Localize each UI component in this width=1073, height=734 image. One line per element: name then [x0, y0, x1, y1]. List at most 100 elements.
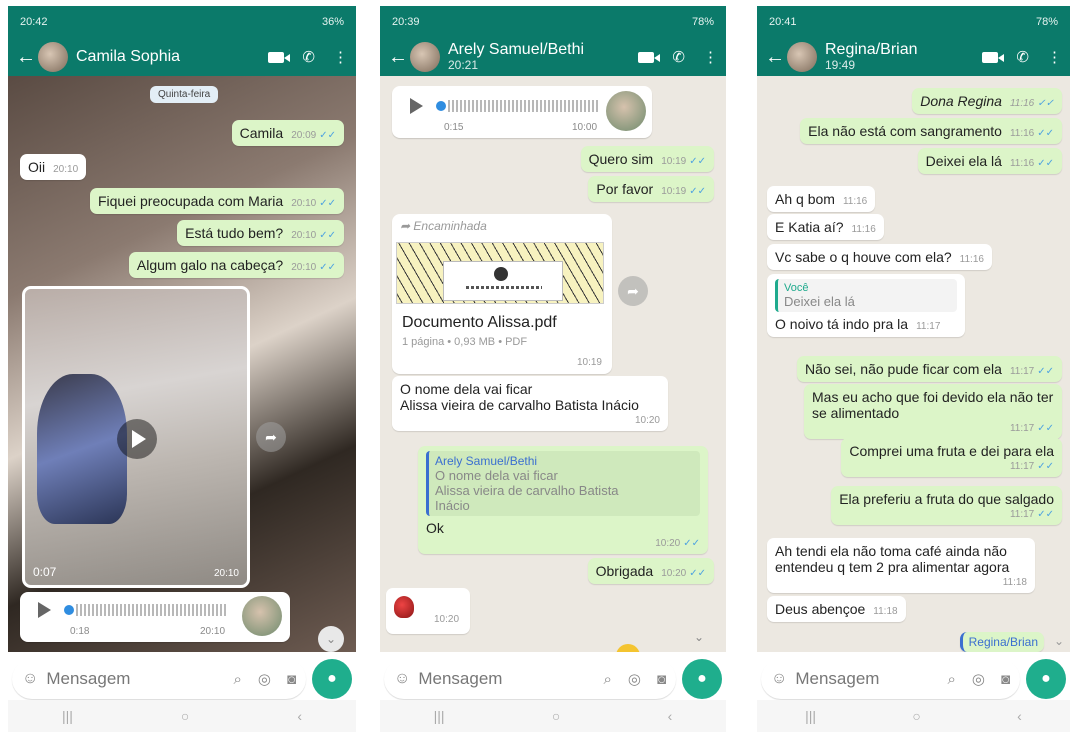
message-input[interactable]: [46, 669, 218, 689]
status-bar: 20:39 78%: [380, 6, 726, 38]
scroll-down-icon[interactable]: ⌄: [686, 624, 712, 650]
document-name: Documento Alissa.pdf: [402, 314, 557, 331]
audio-scrubber[interactable]: [436, 101, 446, 111]
contact-info[interactable]: Arely Samuel/Bethi 20:21: [448, 42, 584, 73]
message-bubble[interactable]: O nome dela vai ficar Alissa vieira de c…: [392, 376, 668, 431]
phone-call-icon[interactable]: ✆: [1016, 48, 1029, 66]
message-list[interactable]: 0:15 10:00 Quero sim 10:19 ✓✓ Por favor 10:…: [380, 76, 726, 652]
forward-icon[interactable]: ➦: [256, 422, 286, 452]
video-call-icon[interactable]: [982, 51, 1005, 63]
message-bubble[interactable]: Ah tendi ela não toma café ainda não ent…: [767, 538, 1035, 593]
chat-screen-arely: 20:39 78% ← Arely Samuel/Bethi 20:21 ✆ ⋮…: [380, 6, 726, 732]
more-options-icon[interactable]: ⋮: [703, 48, 718, 66]
recent-apps-icon[interactable]: |||: [805, 708, 816, 724]
emoji-icon[interactable]: ☺: [771, 670, 787, 688]
message-input[interactable]: [795, 669, 932, 689]
read-ticks-icon: ✓✓: [1037, 98, 1054, 109]
message-bubble[interactable]: Mas eu acho que foi devido ela não ter s…: [804, 384, 1062, 439]
message-bubble[interactable]: Vc sabe o q houve com ela? 11:16: [767, 244, 992, 270]
message-bubble[interactable]: E Katia aí? 11:16: [767, 214, 884, 240]
phone-call-icon[interactable]: ✆: [672, 48, 685, 66]
message-bubble[interactable]: Deus abençoe 11:18: [767, 596, 906, 622]
message-list[interactable]: Quinta-feira Camila 20:09 ✓✓ Oii 20:10 Fiqu…: [8, 76, 356, 652]
message-time: 11:16: [1009, 128, 1035, 139]
scroll-down-icon[interactable]: ⌄: [318, 626, 344, 652]
message-bubble[interactable]: Oii 20:10: [20, 154, 87, 180]
video-call-icon[interactable]: [268, 51, 291, 63]
message-bubble[interactable]: Não sei, não pude ficar com ela 11:17 ✓✓: [797, 356, 1062, 382]
avatar[interactable]: [38, 42, 68, 72]
avatar[interactable]: [410, 42, 440, 72]
back-nav-icon[interactable]: ‹: [1017, 708, 1022, 724]
message-bubble[interactable]: Ah q bom 11:16: [767, 186, 876, 212]
message-bubble[interactable]: Por favor 10:19 ✓✓: [588, 176, 714, 202]
video-message[interactable]: 0:07 20:10: [22, 286, 250, 588]
home-icon[interactable]: ○: [181, 708, 189, 724]
back-arrow-icon[interactable]: ←: [16, 46, 36, 69]
play-video-icon[interactable]: [117, 419, 157, 459]
payment-icon[interactable]: ◎: [258, 670, 271, 688]
attach-icon[interactable]: ⌕: [233, 671, 241, 688]
message-bubble[interactable]: Comprei uma fruta e dei para ela 11:17 ✓✓: [841, 438, 1062, 477]
emoji-icon[interactable]: ☺: [22, 670, 38, 688]
mic-button[interactable]: ●: [682, 659, 722, 699]
document-message[interactable]: ➦ Encaminhada Documento Alissa.pdf 1 pág…: [392, 214, 612, 374]
more-options-icon[interactable]: ⋮: [1047, 48, 1062, 66]
message-bubble[interactable]: Dona Regina 11:16 ✓✓: [912, 88, 1062, 114]
avatar[interactable]: [787, 42, 817, 72]
message-input[interactable]: [418, 669, 588, 689]
message-bubble[interactable]: Quero sim 10:19 ✓✓: [580, 146, 714, 172]
voice-message[interactable]: 0:15 10:00: [392, 86, 652, 138]
recent-apps-icon[interactable]: |||: [434, 708, 445, 724]
attach-icon[interactable]: ⌕: [603, 671, 611, 688]
home-icon[interactable]: ○: [552, 708, 560, 724]
back-nav-icon[interactable]: ‹: [297, 708, 302, 724]
video-call-icon[interactable]: [638, 51, 661, 63]
back-nav-icon[interactable]: ‹: [668, 708, 673, 724]
status-bar: 20:41 78%: [757, 6, 1070, 38]
quoted-message[interactable]: Você Deixei ela lá: [775, 279, 957, 312]
message-bubble[interactable]: Ela preferiu a fruta do que salgado 11:17…: [831, 486, 1062, 525]
emoji-icon[interactable]: ☺: [394, 670, 410, 688]
reply-bubble[interactable]: Arely Samuel/Bethi O nome dela vai ficar…: [418, 446, 708, 554]
phone-call-icon[interactable]: ✆: [302, 48, 315, 66]
camera-icon[interactable]: ◙: [657, 671, 666, 688]
audio-duration: 0:18: [70, 626, 90, 637]
back-arrow-icon[interactable]: ←: [388, 46, 408, 69]
message-text: E Katia aí?: [775, 219, 844, 235]
play-audio-icon[interactable]: [38, 602, 51, 618]
camera-icon[interactable]: ◙: [287, 671, 296, 688]
recent-apps-icon[interactable]: |||: [62, 708, 73, 724]
camera-icon[interactable]: ◙: [1001, 671, 1010, 688]
contact-info[interactable]: Regina/Brian 19:49: [825, 42, 918, 73]
voice-message[interactable]: 0:18 20:10: [20, 592, 290, 642]
play-audio-icon[interactable]: [410, 98, 423, 114]
system-nav: ||| ○ ‹: [757, 700, 1070, 732]
chat-header: ← Regina/Brian 19:49 ✆ ⋮: [757, 38, 1070, 76]
mic-button[interactable]: ●: [1026, 659, 1066, 699]
message-bubble[interactable]: Fiquei preocupada com Maria 20:10 ✓✓: [89, 188, 344, 214]
contact-name[interactable]: Camila Sophia: [76, 49, 180, 65]
more-options-icon[interactable]: ⋮: [333, 48, 348, 66]
reply-bubble[interactable]: Você Deixei ela lá O noivo tá indo pra l…: [767, 274, 965, 337]
message-bubble[interactable]: Ela não está com sangramento 11:16 ✓✓: [800, 118, 1062, 144]
attach-icon[interactable]: ⌕: [947, 671, 955, 688]
back-arrow-icon[interactable]: ←: [765, 46, 785, 69]
mic-button[interactable]: ●: [312, 659, 352, 699]
message-bubble[interactable]: Algum galo na cabeça? 20:10 ✓✓: [128, 252, 344, 278]
message-bubble[interactable]: Camila 20:09 ✓✓: [231, 120, 344, 146]
reply-preview[interactable]: Regina/Brian: [959, 632, 1044, 652]
audio-scrubber[interactable]: [64, 605, 74, 615]
scroll-down-icon[interactable]: ⌄: [1054, 634, 1064, 648]
sticker-message[interactable]: 10:20: [386, 588, 470, 634]
message-list[interactable]: Dona Regina 11:16 ✓✓ Ela não está com sang…: [757, 76, 1070, 652]
message-bubble[interactable]: Obrigada 10:20 ✓✓: [587, 558, 714, 584]
quoted-message[interactable]: Arely Samuel/Bethi O nome dela vai ficar…: [426, 451, 700, 516]
payment-icon[interactable]: ◎: [628, 670, 641, 688]
message-time: 20:10: [53, 164, 79, 175]
message-bubble[interactable]: Está tudo bem? 20:10 ✓✓: [177, 220, 344, 246]
message-bubble[interactable]: Deixei ela lá 11:16 ✓✓: [917, 148, 1062, 174]
forward-icon[interactable]: ➦: [618, 276, 648, 306]
home-icon[interactable]: ○: [912, 708, 920, 724]
payment-icon[interactable]: ◎: [972, 670, 985, 688]
